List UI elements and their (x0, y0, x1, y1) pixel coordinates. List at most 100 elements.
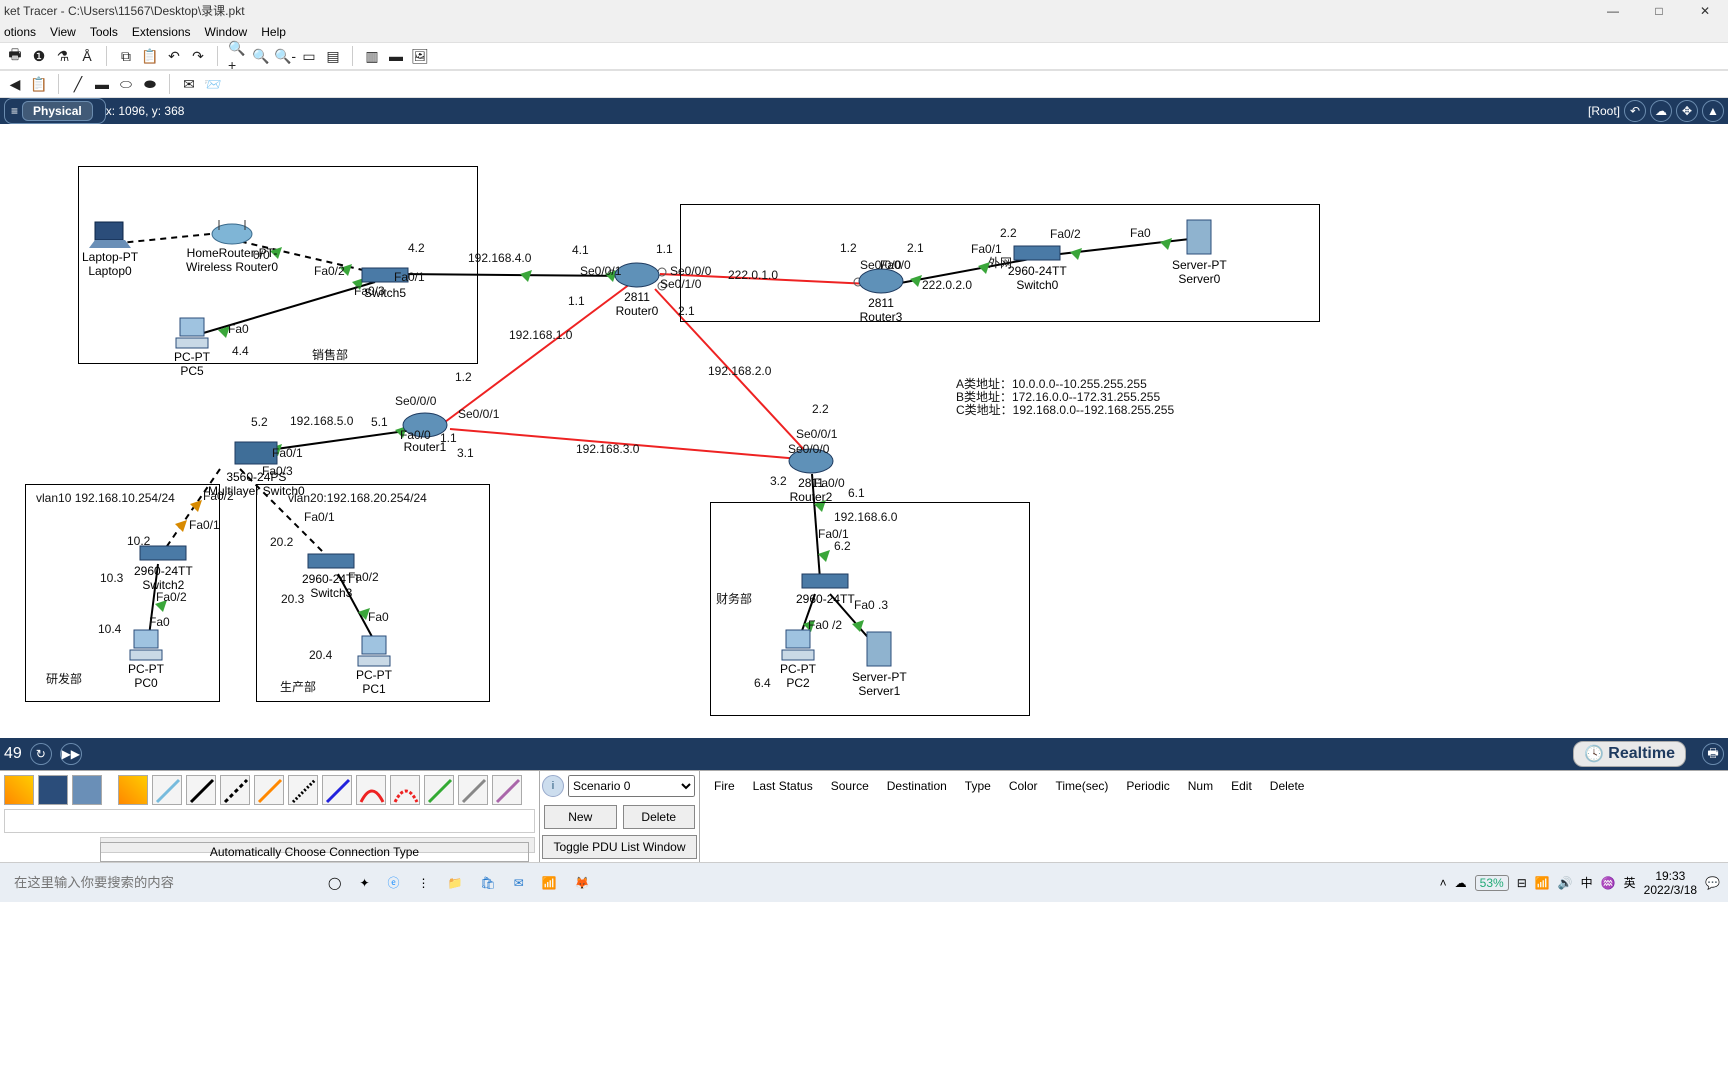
palette-cable-cross[interactable] (220, 775, 250, 805)
device-router3[interactable]: 2811Router3 (856, 266, 906, 324)
scenario-delete-button[interactable]: Delete (623, 805, 696, 829)
scenario-select[interactable]: Scenario 0 (568, 775, 695, 797)
back-icon[interactable]: ◀ (6, 75, 24, 93)
ellipse-icon[interactable]: ⬭ (117, 75, 135, 93)
palette-auto-conn[interactable] (4, 775, 34, 805)
palette-hub[interactable] (72, 775, 102, 805)
envelope-open-icon[interactable]: 📨 (204, 75, 222, 93)
search-input[interactable] (8, 869, 308, 897)
paste-icon[interactable]: 📋 (141, 47, 159, 65)
tile-icon[interactable]: ▤ (324, 47, 342, 65)
tray-chevron-icon[interactable]: ˄ (1440, 876, 1447, 890)
zoom-reset-icon[interactable]: 🔍 (252, 47, 270, 65)
col-periodic[interactable]: Periodic (1118, 777, 1177, 795)
close-button[interactable]: ✕ (1682, 0, 1728, 22)
palette-cable-serial-dce[interactable] (356, 775, 386, 805)
firefox-icon[interactable]: 🦊 (575, 876, 590, 890)
col-delete[interactable]: Delete (1262, 777, 1313, 795)
device-pc0[interactable]: PC-PTPC0 (126, 628, 166, 690)
onedrive-icon[interactable]: ☁ (1455, 876, 1467, 890)
edge-icon[interactable]: ⓔ (388, 874, 400, 891)
zoom-out-icon[interactable]: 🔍- (276, 47, 294, 65)
copy-icon[interactable]: ⧉ (117, 47, 135, 65)
redo-icon[interactable]: ↷ (189, 47, 207, 65)
grid-icon[interactable]: ▭ (300, 47, 318, 65)
reset-sim-icon[interactable]: ↻ (30, 743, 52, 765)
line-icon[interactable]: ╱ (69, 75, 87, 93)
mail-icon[interactable]: ✉ (514, 876, 524, 890)
undo-icon[interactable]: ↶ (165, 47, 183, 65)
palette-cable-fiber[interactable] (254, 775, 284, 805)
device-icon[interactable]: ▬ (387, 47, 405, 65)
menu-tools[interactable]: Tools (90, 25, 118, 39)
palette-cable-usb[interactable] (458, 775, 488, 805)
menu-extensions[interactable]: Extensions (132, 25, 191, 39)
device-wireless-router[interactable]: HomeRouter-PT-Wireless Router0 (186, 216, 278, 274)
battery-status[interactable]: 53% (1475, 875, 1509, 891)
taskbar-clock[interactable]: 19:33 2022/3/18 (1644, 869, 1697, 897)
sync-icon[interactable]: ♒ (1601, 876, 1616, 890)
fast-forward-icon[interactable]: ▶▶ (60, 743, 82, 765)
palette-cable-octal[interactable] (424, 775, 454, 805)
menu-window[interactable]: Window (205, 25, 248, 39)
clipboard-icon[interactable]: 📋 (30, 75, 48, 93)
nav-back-icon[interactable]: ↶ (1624, 100, 1646, 122)
wifi-icon[interactable]: 📶 (1535, 876, 1550, 890)
menu-options[interactable]: otions (4, 25, 36, 39)
maximize-button[interactable]: □ (1636, 0, 1682, 22)
menu-view[interactable]: View (50, 25, 76, 39)
col-edit[interactable]: Edit (1223, 777, 1260, 795)
device-switch1[interactable]: 2960-24TT (796, 568, 855, 606)
cortana-icon[interactable]: ◯ (328, 876, 341, 890)
freeform-icon[interactable]: ⬬ (141, 75, 159, 93)
volume-icon[interactable]: 🔊 (1558, 876, 1573, 890)
packet-tracer-icon[interactable]: 📶 (542, 876, 557, 890)
copilot-icon[interactable]: ✦ (359, 876, 369, 890)
notifications-icon[interactable]: 💬 (1705, 876, 1720, 890)
palette-cable-phone[interactable] (288, 775, 318, 805)
device-pc5[interactable]: PC-PTPC5 (172, 316, 212, 378)
col-source[interactable]: Source (823, 777, 877, 795)
sim-mode-icon[interactable]: 🖶 (1702, 743, 1724, 765)
col-num[interactable]: Num (1180, 777, 1221, 795)
scenario-info-icon[interactable]: i (542, 775, 564, 797)
ime-en[interactable]: 英 (1624, 874, 1636, 891)
col-color[interactable]: Color (1001, 777, 1046, 795)
touchpad-icon[interactable]: ⊟ (1517, 876, 1527, 890)
palette-cable-straight[interactable] (186, 775, 216, 805)
palette-cable-console[interactable] (152, 775, 182, 805)
palette-cable-coax[interactable] (322, 775, 352, 805)
col-type[interactable]: Type (957, 777, 999, 795)
background-icon[interactable]: ▲ (1702, 100, 1724, 122)
device-server1[interactable]: Server-PTServer1 (852, 630, 907, 698)
device-switch0[interactable]: 2960-24TTSwitch0 (1008, 240, 1067, 292)
device-laptop0[interactable]: Laptop-PTLaptop0 (82, 220, 138, 278)
toggle-pdu-button[interactable]: Toggle PDU List Window (542, 835, 697, 859)
cloud-icon[interactable]: ☁ (1650, 100, 1672, 122)
palette-cable-auto[interactable] (118, 775, 148, 805)
device-pc1[interactable]: PC-PTPC1 (354, 634, 394, 696)
device-pc2[interactable]: PC-PTPC2 (778, 628, 818, 690)
palette-device[interactable] (38, 775, 68, 805)
explorer-icon[interactable]: 📁 (448, 876, 463, 890)
realtime-badge[interactable]: 🕓Realtime (1573, 741, 1686, 767)
minimize-button[interactable]: — (1590, 0, 1636, 22)
view-tab-physical[interactable]: Physical (22, 101, 93, 121)
zoom-in-icon[interactable]: 🔍+ (228, 47, 246, 65)
flask-icon[interactable]: ⚗ (54, 47, 72, 65)
col-last-status[interactable]: Last Status (745, 777, 821, 795)
palette-cable-serial-dte[interactable] (390, 775, 420, 805)
menu-help[interactable]: Help (261, 25, 286, 39)
device-server0[interactable]: Server-PTServer0 (1172, 218, 1227, 286)
print-icon[interactable]: 🖶 (6, 47, 24, 65)
flask2-icon[interactable]: Å (78, 47, 96, 65)
notes-icon[interactable]: ▥ (363, 47, 381, 65)
image-icon[interactable]: 🖼 (411, 47, 429, 65)
col-time[interactable]: Time(sec) (1048, 777, 1117, 795)
scenario-new-button[interactable]: New (544, 805, 617, 829)
ime-zh[interactable]: 中 (1581, 874, 1593, 891)
rect-icon[interactable]: ▬ (93, 75, 111, 93)
root-path[interactable]: [Root] (1588, 104, 1620, 118)
workspace-canvas[interactable]: ↖ Laptop-PTLaptop0 HomeRouter-PT-Wireles… (0, 124, 1728, 738)
palette-cable-custom[interactable] (492, 775, 522, 805)
